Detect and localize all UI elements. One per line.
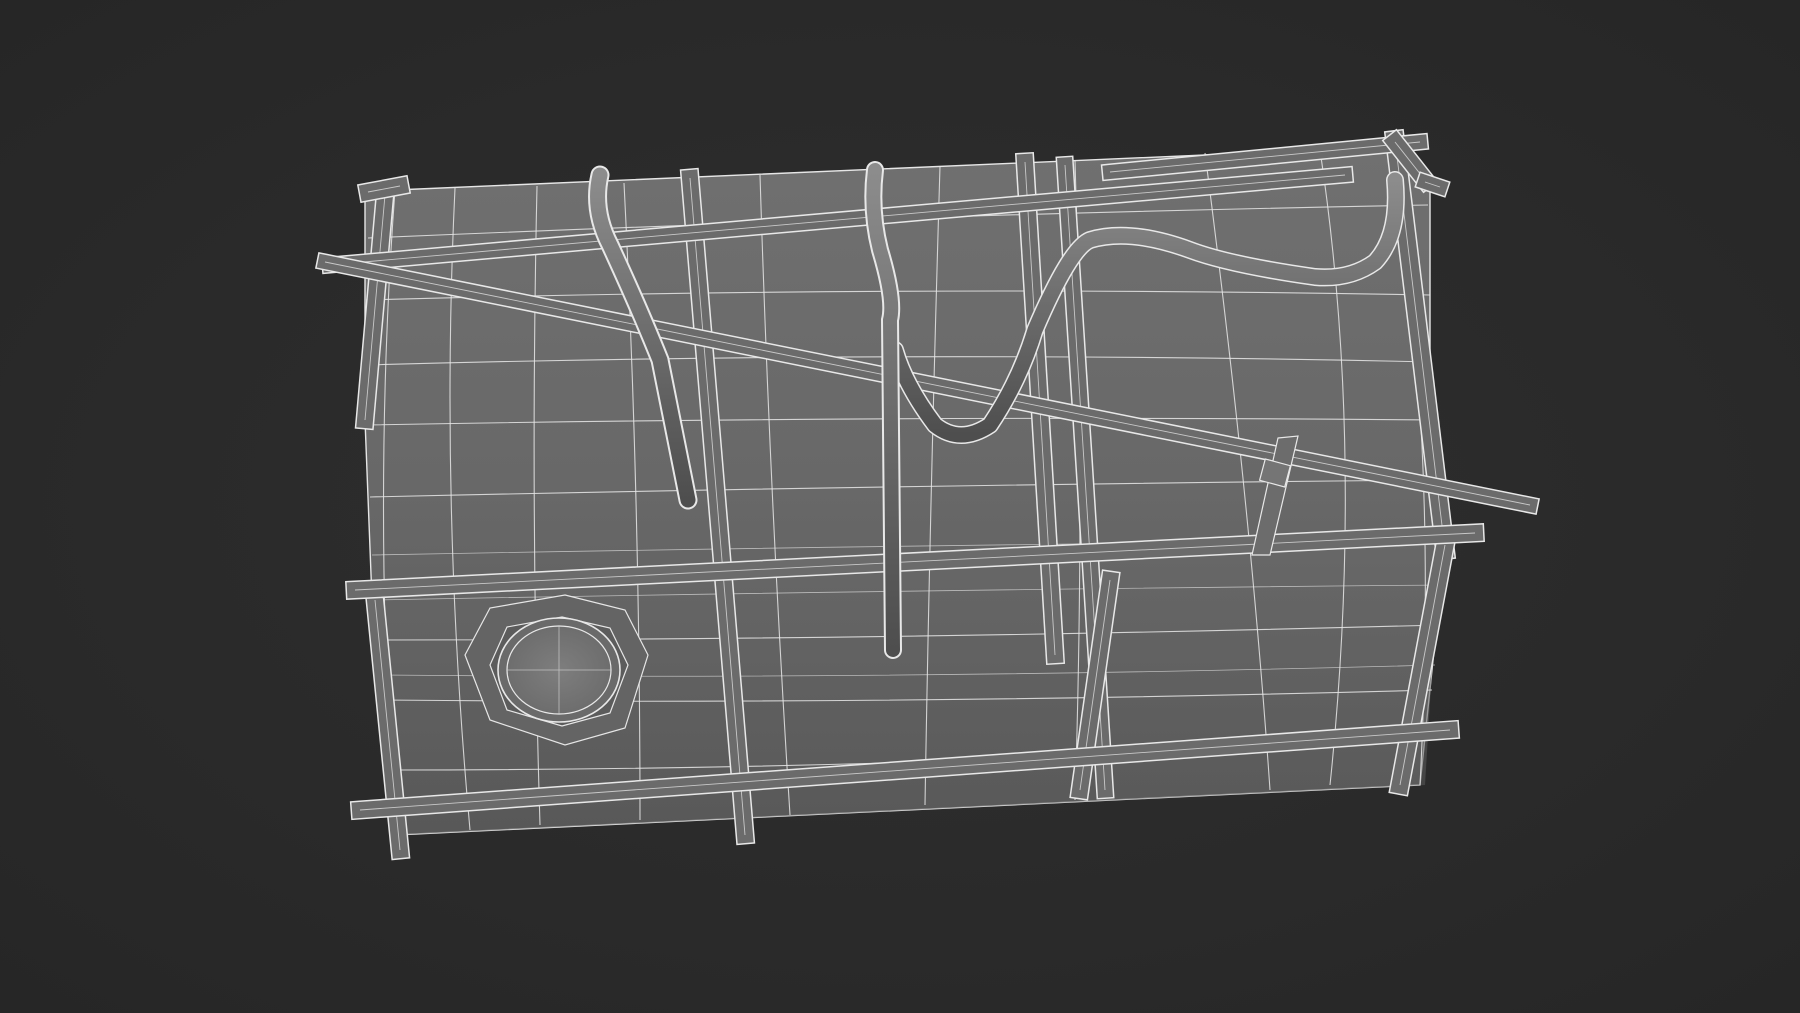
wireframe-render xyxy=(314,128,1541,861)
render-viewport xyxy=(0,0,1800,1013)
